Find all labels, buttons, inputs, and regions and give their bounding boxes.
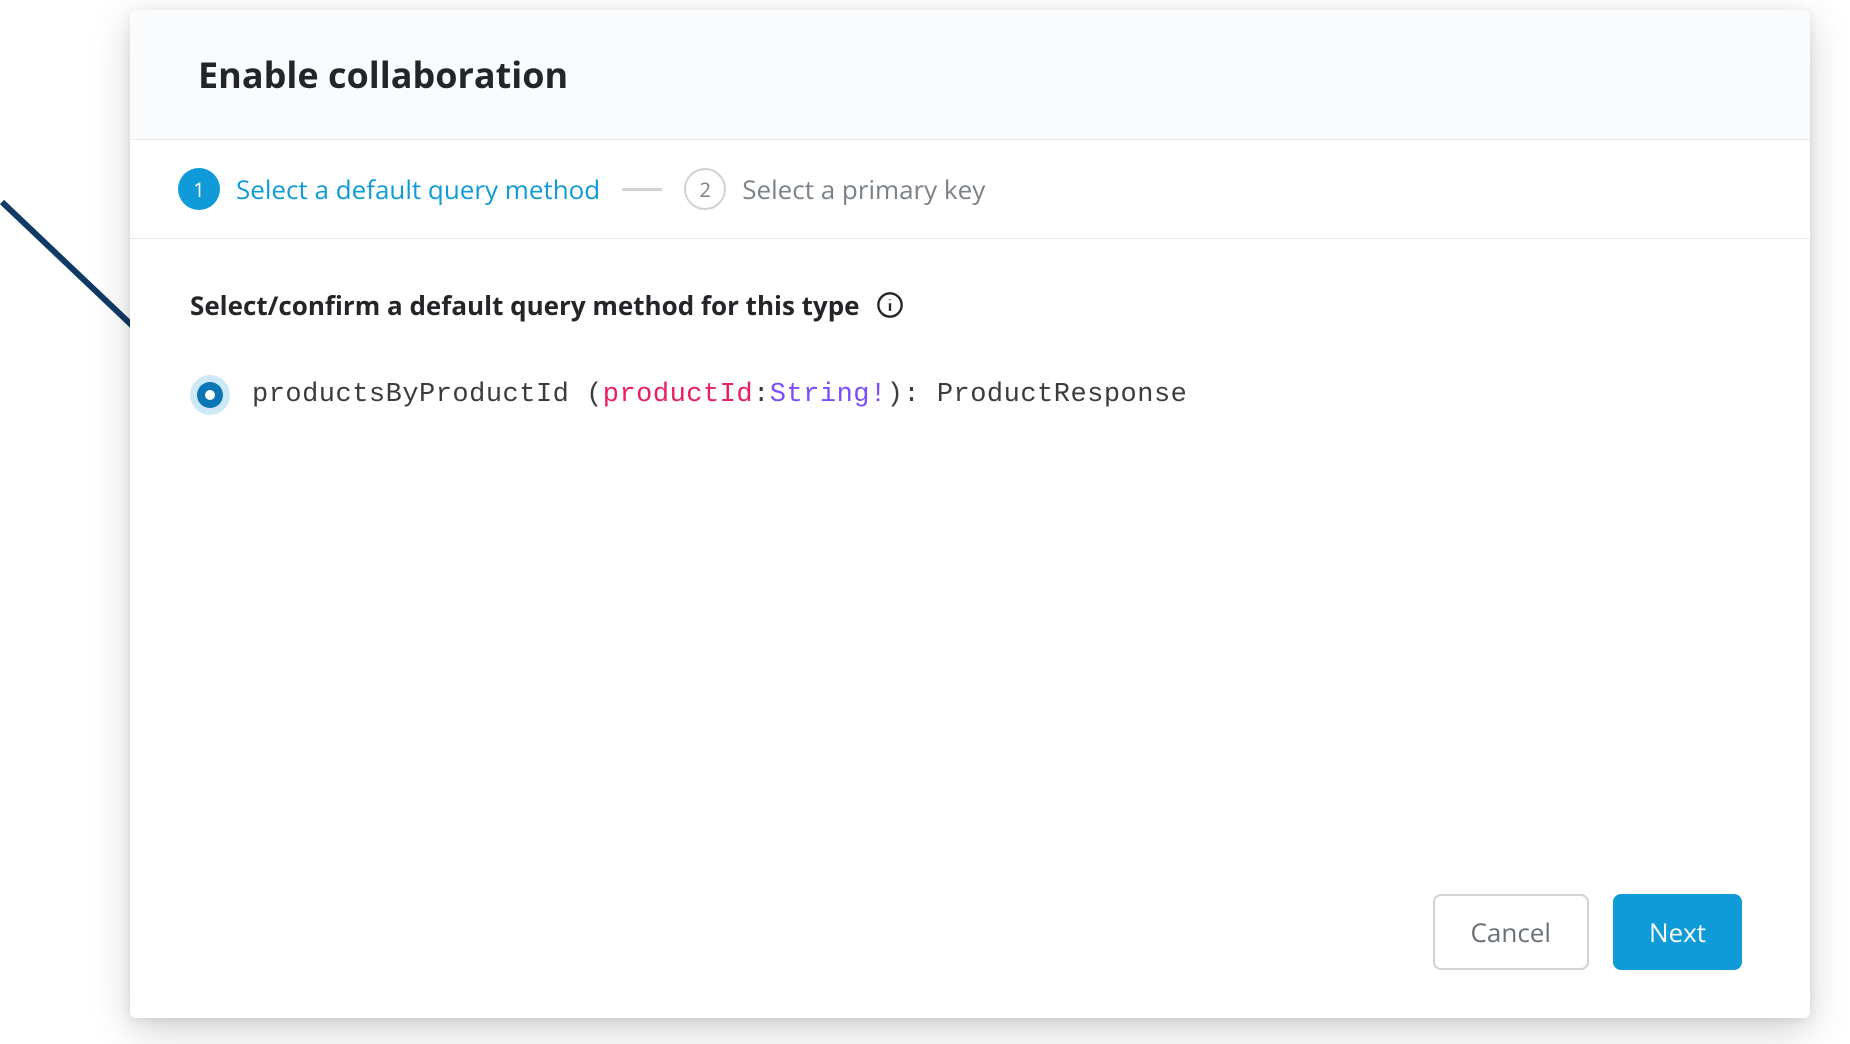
paren-close: ): [887, 380, 904, 410]
step-2-label: Select a primary key: [742, 171, 985, 207]
next-button[interactable]: Next: [1613, 894, 1742, 970]
step-2[interactable]: 2 Select a primary key: [684, 168, 985, 210]
colon-1: :: [753, 380, 770, 410]
method-name: productsByProductId: [252, 380, 569, 410]
step-1[interactable]: 1 Select a default query method: [178, 168, 600, 210]
enable-collaboration-modal: Enable collaboration 1 Select a default …: [130, 10, 1810, 1018]
modal-body: Select/confirm a default query method fo…: [130, 239, 1810, 866]
step-2-badge: 2: [684, 168, 726, 210]
info-icon[interactable]: [876, 291, 904, 319]
paren-open: (: [586, 380, 603, 410]
step-1-label: Select a default query method: [236, 171, 600, 207]
section-heading: Select/confirm a default query method fo…: [190, 287, 860, 323]
stepper: 1 Select a default query method 2 Select…: [130, 140, 1810, 239]
modal-title: Enable collaboration: [198, 50, 1742, 99]
section-heading-row: Select/confirm a default query method fo…: [190, 287, 1750, 323]
modal-header: Enable collaboration: [130, 10, 1810, 140]
query-method-option[interactable]: productsByProductId (productId:String!):…: [190, 375, 1750, 415]
modal-footer: Cancel Next: [130, 866, 1810, 1018]
param-type: String!: [770, 380, 887, 410]
radio-selected[interactable]: [190, 375, 230, 415]
step-separator: [622, 188, 662, 191]
param-name: productId: [603, 380, 753, 410]
query-method-signature: productsByProductId (productId:String!):…: [252, 380, 1187, 410]
cancel-button[interactable]: Cancel: [1433, 894, 1589, 970]
return-type: ProductResponse: [937, 380, 1188, 410]
colon-2: :: [903, 380, 920, 410]
step-1-badge: 1: [178, 168, 220, 210]
